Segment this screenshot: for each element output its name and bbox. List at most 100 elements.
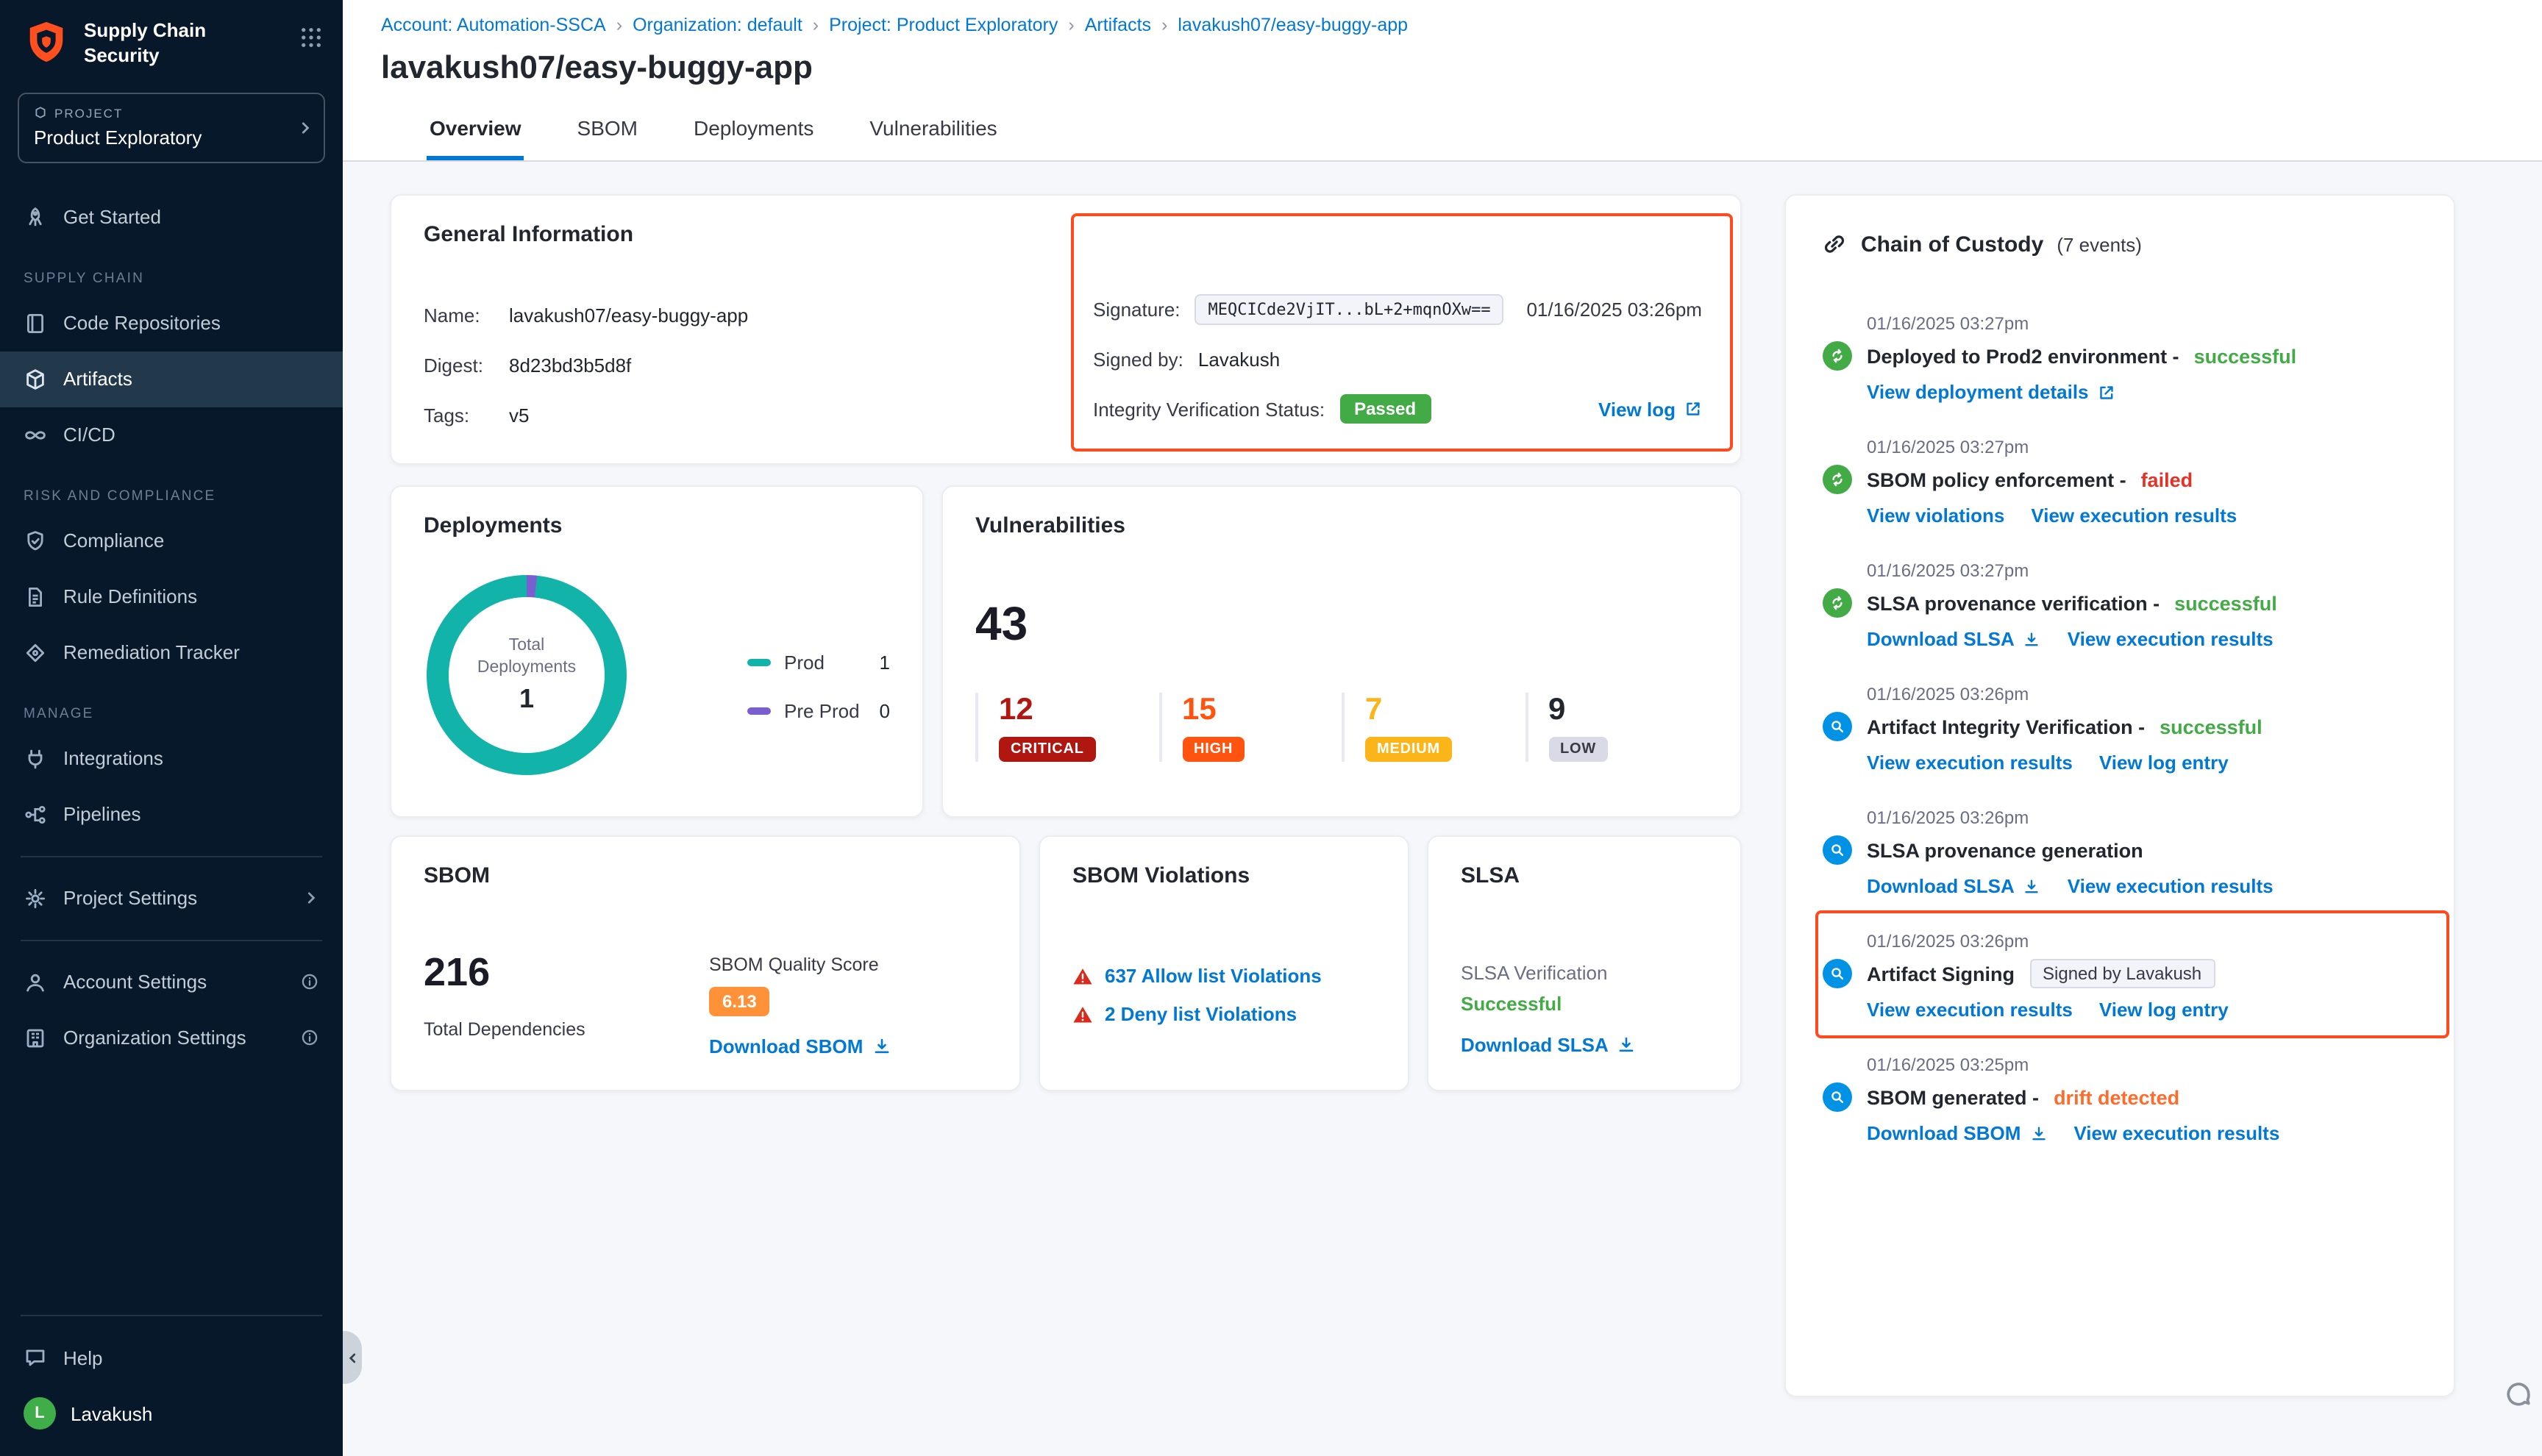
signed-by-value: Lavakush	[1198, 348, 1280, 370]
severity-count: 9	[1548, 693, 1708, 727]
deny-list-violations-link[interactable]: 2 Deny list Violations	[1105, 1003, 1297, 1025]
breadcrumb-separator: ›	[1161, 15, 1167, 35]
user-menu[interactable]: L Lavakush	[0, 1385, 343, 1441]
sidebar-item-account-settings[interactable]: Account Settings	[0, 954, 343, 1010]
sync-icon	[1823, 465, 1852, 494]
pipeline-nodes-icon	[24, 803, 47, 827]
divider	[21, 1315, 322, 1316]
sidebar-item-project-settings[interactable]: Project Settings	[0, 871, 343, 927]
sbom-quality-score-badge: 6.13	[709, 987, 770, 1016]
project-name: Product Exploratory	[34, 126, 291, 149]
info-icon	[300, 973, 319, 992]
sidebar-item-cicd[interactable]: CI/CD	[0, 407, 343, 463]
tab-sbom[interactable]: SBOM	[574, 116, 641, 160]
view-violations-link[interactable]: View violations	[1867, 504, 2004, 527]
sidebar-item-help[interactable]: Help	[0, 1330, 343, 1385]
download-icon	[1617, 1035, 1637, 1054]
download-sbom-link[interactable]: Download SBOM	[709, 1035, 891, 1057]
integrity-label: Integrity Verification Status:	[1093, 398, 1325, 420]
download-icon	[872, 1037, 891, 1056]
severity-critical: 12 CRITICAL	[975, 693, 1158, 762]
allow-list-violations-link[interactable]: 637 Allow list Violations	[1105, 965, 1322, 987]
field-value: v5	[509, 404, 529, 426]
tab-overview[interactable]: Overview	[427, 116, 524, 160]
view-execution-results-link[interactable]: View execution results	[1867, 999, 2073, 1021]
sidebar-item-pipelines[interactable]: Pipelines	[0, 787, 343, 843]
breadcrumb-project[interactable]: Project: Product Exploratory	[829, 15, 1058, 35]
severity-badge: LOW	[1548, 737, 1608, 762]
search-icon	[1823, 712, 1852, 741]
timeline-event: 01/16/2025 03:26pm SLSA provenance gener…	[1821, 807, 2418, 897]
document-icon	[24, 585, 47, 609]
chain-of-custody-card: Chain of Custody (7 events) 01/16/2025 0…	[1784, 194, 2455, 1397]
user-name: Lavakush	[71, 1402, 152, 1424]
sidebar-item-rule-definitions[interactable]: Rule Definitions	[0, 569, 343, 625]
breadcrumb-current[interactable]: lavakush07/easy-buggy-app	[1178, 15, 1408, 35]
tab-deployments[interactable]: Deployments	[691, 116, 816, 160]
sidebar-item-compliance[interactable]: Compliance	[0, 513, 343, 569]
view-execution-results-link[interactable]: View execution results	[1867, 752, 2073, 774]
download-slsa-link[interactable]: Download SLSA	[1867, 628, 2041, 650]
event-timestamp: 01/16/2025 03:25pm	[1867, 1054, 2418, 1075]
download-icon	[2023, 630, 2041, 648]
slsa-card: SLSA SLSA Verification Successful Downlo…	[1427, 835, 1742, 1091]
chain-of-custody-header: Chain of Custody (7 events)	[1821, 231, 2418, 257]
view-execution-results-link[interactable]: View execution results	[2068, 628, 2274, 650]
event-timestamp: 01/16/2025 03:26pm	[1867, 684, 2418, 704]
event-status: failed	[2141, 468, 2193, 490]
chevron-left-icon	[346, 1351, 359, 1364]
legend-label: Pre Prod	[784, 700, 860, 722]
download-slsa-link[interactable]: Download SLSA	[1461, 1034, 1637, 1056]
sidebar-item-organization-settings[interactable]: Organization Settings	[0, 1010, 343, 1066]
breadcrumb-account[interactable]: Account: Automation-SSCA	[381, 15, 606, 35]
view-log-entry-link[interactable]: View log entry	[2099, 999, 2229, 1021]
view-log-entry-link[interactable]: View log entry	[2099, 752, 2229, 774]
project-label: PROJECT	[54, 106, 123, 121]
view-execution-results-link[interactable]: View execution results	[2068, 875, 2274, 897]
view-log-link[interactable]: View log	[1598, 398, 1702, 420]
tab-vulnerabilities[interactable]: Vulnerabilities	[866, 116, 1000, 160]
project-selector[interactable]: PROJECT Product Exploratory	[18, 93, 325, 163]
legend-value: 0	[880, 700, 890, 722]
breadcrumb-separator: ›	[813, 15, 819, 35]
field-value: 8d23bd3b5d8f	[509, 354, 631, 376]
legend-item-preprod: Pre Prod 0	[747, 700, 890, 722]
download-slsa-link[interactable]: Download SLSA	[1867, 875, 2041, 897]
download-sbom-link[interactable]: Download SBOM	[1867, 1122, 2047, 1144]
view-execution-results-link[interactable]: View execution results	[2031, 504, 2237, 527]
severity-badge: CRITICAL	[999, 737, 1096, 762]
artifacts-cube-icon	[24, 368, 47, 391]
sync-icon	[1823, 588, 1852, 618]
apps-grid-icon[interactable]	[300, 26, 322, 49]
sbom-quality-section: SBOM Quality Score 6.13 Download SBOM	[709, 954, 891, 1060]
breadcrumb-organization[interactable]: Organization: default	[633, 15, 802, 35]
sidebar-item-remediation-tracker[interactable]: Remediation Tracker	[0, 625, 343, 681]
breadcrumb-artifacts[interactable]: Artifacts	[1085, 15, 1151, 35]
help-widget-icon[interactable]	[2504, 1380, 2533, 1409]
signature-value-chip: MEQCICde2VjIT...bL+2+mqnOXw==	[1195, 293, 1504, 324]
sidebar-item-label: Artifacts	[63, 368, 132, 390]
severity-count: 15	[1182, 693, 1342, 727]
sidebar-item-code-repositories[interactable]: Code Repositories	[0, 296, 343, 351]
view-execution-results-link[interactable]: View execution results	[2073, 1122, 2279, 1144]
download-icon	[2029, 1124, 2047, 1142]
signed-by-row: Signed by: Lavakush	[1093, 343, 1702, 375]
general-information-card: General Information Name: lavakush07/eas…	[390, 194, 1742, 465]
sidebar-item-get-started[interactable]: Get Started	[0, 190, 343, 246]
event-status: successful	[2174, 592, 2277, 614]
view-deployment-details-link[interactable]: View deployment details	[1867, 381, 2115, 403]
warning-icon	[1072, 966, 1093, 986]
signature-section: Signature: MEQCICde2VjIT...bL+2+mqnOXw==…	[1093, 293, 1702, 443]
chain-of-custody-icon	[1821, 231, 1848, 257]
card-title: Chain of Custody	[1861, 232, 2043, 257]
field-value: lavakush07/easy-buggy-app	[509, 304, 748, 326]
events-count: (7 events)	[2057, 233, 2142, 255]
page-content: General Information Name: lavakush07/eas…	[343, 162, 2542, 1456]
event-title: Artifact Signing	[1867, 963, 2015, 985]
sidebar-item-artifacts[interactable]: Artifacts	[0, 351, 343, 407]
severity-count: 12	[999, 693, 1158, 727]
sidebar-item-integrations[interactable]: Integrations	[0, 731, 343, 787]
chevron-right-icon	[303, 891, 319, 907]
severity-badge: HIGH	[1182, 737, 1245, 762]
timeline-event-artifact-signing: 01/16/2025 03:26pm Artifact Signing Sign…	[1821, 931, 2418, 1021]
